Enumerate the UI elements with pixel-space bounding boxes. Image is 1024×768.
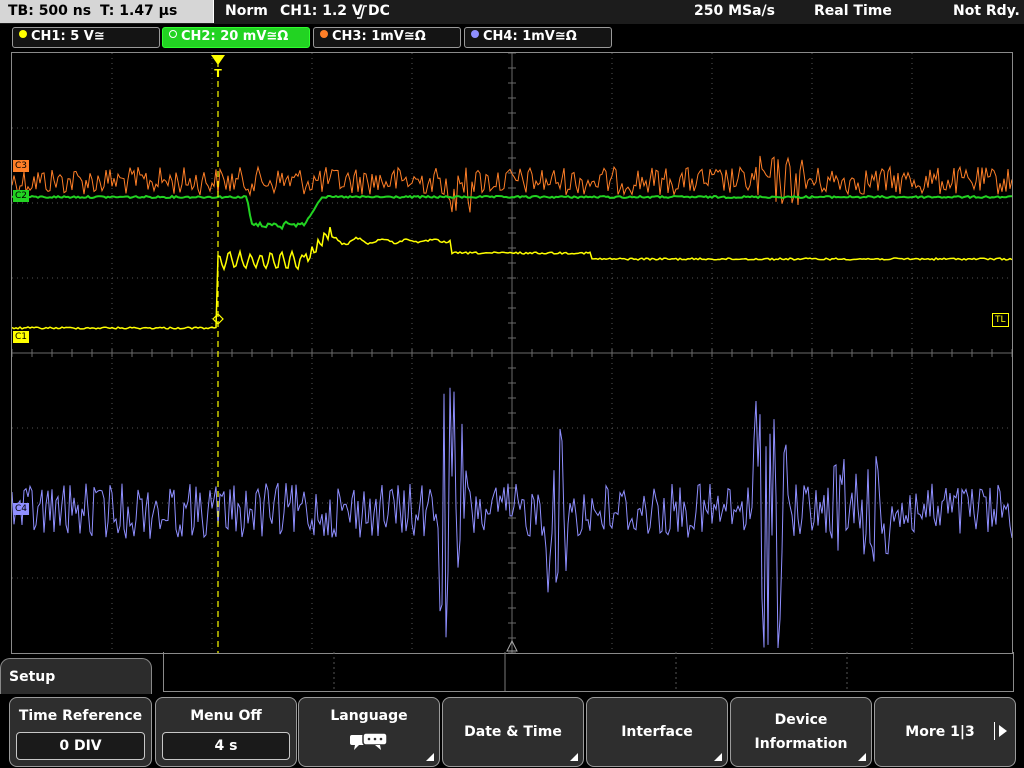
date-time-button[interactable]: Date & Time (442, 697, 584, 767)
trigger-mode[interactable]: Norm (225, 3, 268, 19)
time-reference-value: 0 DIV (16, 732, 145, 760)
ch2-marker[interactable]: C2 (13, 190, 30, 202)
status-bar: TB: 500 ns T: 1.47 µs Norm CH1: 1.2 V DC… (0, 0, 1024, 24)
tab-ch4-label: CH4: 1mV≅Ω (483, 29, 577, 44)
menu-off-label: Menu Off (190, 708, 262, 724)
ch3-marker[interactable]: C3 (13, 160, 30, 172)
more-separator (994, 722, 995, 740)
submenu-corner-icon (426, 753, 434, 761)
ch3-dot-icon (320, 30, 328, 38)
more-button[interactable]: More 1|3 (874, 697, 1016, 767)
rising-edge-icon (357, 5, 367, 19)
lower-grid-area (163, 652, 1014, 692)
device-information-button[interactable]: Device Information (730, 697, 872, 767)
language-button[interactable]: Language (298, 697, 440, 767)
trigger-status: Not Rdy. (953, 3, 1020, 19)
channel-tabs: CH1: 5 V≅ CH2: 20 mV≅Ω CH3: 1mV≅Ω CH4: 1… (0, 24, 1024, 50)
setup-title: Setup (9, 669, 56, 685)
trigger-time-value: T: 1.47 µs (100, 3, 178, 19)
trigger-position-icon (211, 55, 225, 65)
sample-rate: 250 MSa/s (694, 3, 776, 19)
tab-ch3-label: CH3: 1mV≅Ω (332, 29, 426, 44)
device-information-label-2: Information (754, 736, 848, 752)
tab-ch1-label: CH1: 5 V≅ (31, 29, 105, 44)
device-information-label-1: Device (774, 712, 828, 728)
timebase-box[interactable]: TB: 500 ns T: 1.47 µs (0, 0, 214, 23)
time-reference-label: Time Reference (18, 708, 143, 724)
tab-ch2[interactable]: CH2: 20 mV≅Ω (162, 27, 310, 48)
trigger-level-marker[interactable]: TL (992, 313, 1009, 327)
tab-ch4[interactable]: CH4: 1mV≅Ω (464, 27, 612, 48)
language-label: Language (330, 708, 408, 724)
interface-label: Interface (621, 724, 693, 740)
acquisition-mode[interactable]: Real Time (814, 3, 892, 19)
time-reference-button[interactable]: Time Reference 0 DIV (9, 697, 152, 767)
interface-button[interactable]: Interface (586, 697, 728, 767)
waveform-svg: T (12, 53, 1012, 653)
date-time-label: Date & Time (464, 724, 562, 740)
trigger-position-label: T (214, 67, 222, 80)
menu-off-button[interactable]: Menu Off 4 s (155, 697, 297, 767)
tab-ch1[interactable]: CH1: 5 V≅ (12, 27, 160, 48)
trigger-coupling[interactable]: DC (368, 3, 390, 19)
waveform-display[interactable]: T C3 C2 C1 C4 TL (11, 52, 1013, 654)
submenu-corner-icon (858, 753, 866, 761)
ch2-dot-icon (169, 30, 177, 38)
more-label: More 1|3 (905, 724, 975, 740)
submenu-corner-icon (714, 753, 722, 761)
chevron-right-icon (999, 725, 1007, 737)
tab-ch3[interactable]: CH3: 1mV≅Ω (313, 27, 461, 48)
menu-off-value: 4 s (162, 732, 290, 760)
speech-bubbles-icon (350, 732, 388, 750)
ch4-marker[interactable]: C4 (13, 503, 30, 515)
timebase-value: TB: 500 ns (8, 3, 92, 19)
tab-ch2-label: CH2: 20 mV≅Ω (181, 29, 289, 44)
ch1-dot-icon (19, 30, 27, 38)
setup-menu-tab[interactable]: Setup (0, 658, 152, 699)
trigger-source[interactable]: CH1: 1.2 V (280, 3, 363, 19)
submenu-corner-icon (570, 753, 578, 761)
ch4-dot-icon (471, 30, 479, 38)
ch1-marker[interactable]: C1 (13, 331, 30, 343)
